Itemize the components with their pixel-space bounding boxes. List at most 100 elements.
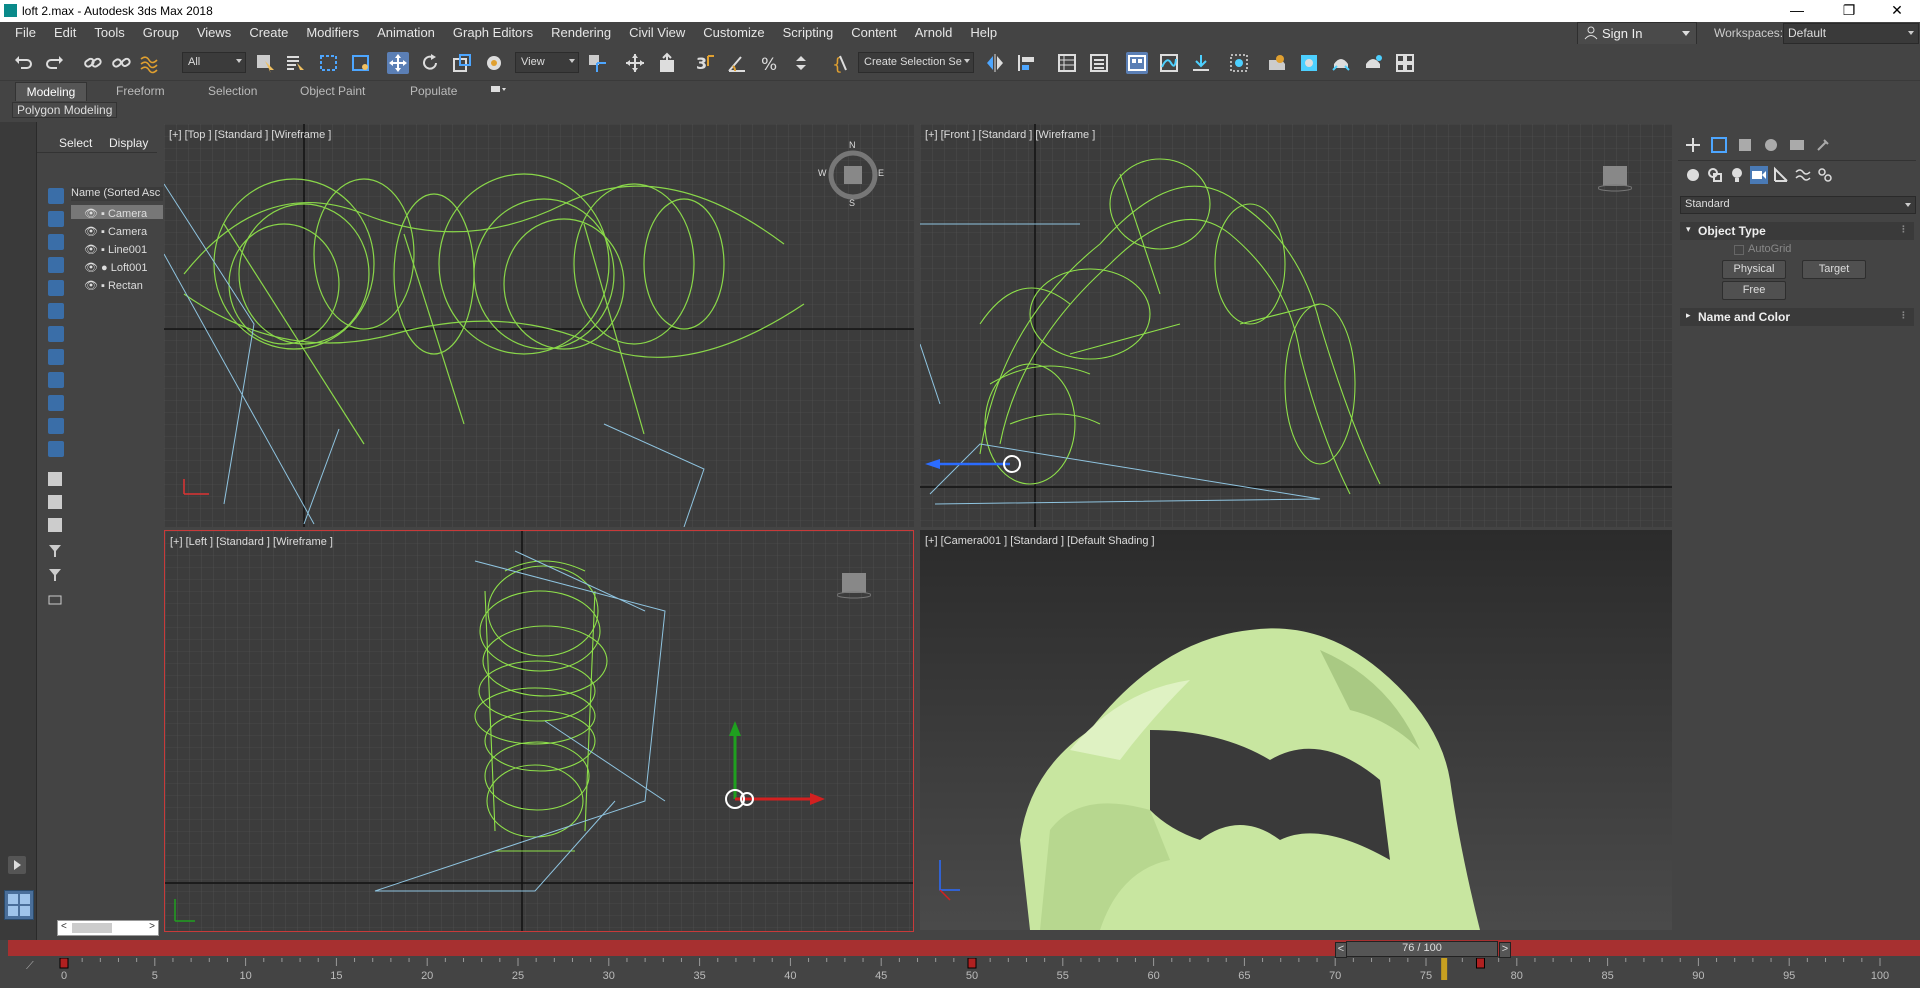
tree-row-camera-1[interactable]: 👁 ▪ Camera bbox=[84, 207, 147, 221]
a360-gallery-icon[interactable] bbox=[1394, 52, 1416, 74]
tab-object-paint[interactable]: Object Paint bbox=[300, 82, 365, 100]
prev-frame-icon[interactable]: < bbox=[1335, 942, 1347, 958]
mirror-icon[interactable] bbox=[984, 52, 1006, 74]
expand-layout-button[interactable] bbox=[8, 856, 26, 874]
tab-selection[interactable]: Selection bbox=[208, 82, 257, 100]
autogrid-checkbox[interactable]: AutoGrid bbox=[1734, 242, 1874, 258]
utilities-tab-icon[interactable] bbox=[1814, 136, 1832, 154]
keyframe-marker[interactable] bbox=[59, 958, 69, 969]
scale-icon[interactable] bbox=[451, 52, 473, 74]
display-object-xrefs-icon[interactable] bbox=[48, 349, 64, 365]
next-frame-icon[interactable]: > bbox=[1499, 942, 1511, 958]
display-bones-icon[interactable] bbox=[48, 372, 64, 388]
menu-graph-editors[interactable]: Graph Editors bbox=[444, 22, 542, 40]
scroll-right-icon[interactable]: > bbox=[149, 921, 155, 932]
display-hidden-icon[interactable] bbox=[48, 441, 64, 457]
menu-file[interactable]: File bbox=[6, 22, 45, 40]
viewport-front[interactable]: [+] [Front ] [Standard ] [Wireframe ] bbox=[920, 124, 1672, 527]
named-selection-sets-dropdown[interactable]: Create Selection Se bbox=[858, 52, 974, 73]
select-by-name-icon[interactable] bbox=[284, 52, 306, 74]
rectangular-selection-icon[interactable] bbox=[318, 52, 340, 74]
motion-tab-icon[interactable] bbox=[1762, 136, 1780, 154]
display-shapes-icon[interactable] bbox=[48, 211, 64, 227]
menu-create[interactable]: Create bbox=[240, 22, 297, 40]
undo-icon[interactable] bbox=[12, 52, 34, 74]
track-bar-ruler[interactable]: 0 5 10 15 20 25 30 35 40 45 50 55 60 65 70 75 80 85 90 95 10… bbox=[58, 958, 1920, 988]
menu-help[interactable]: Help bbox=[961, 22, 1006, 40]
viewport-left[interactable]: [+] [Left ] [Standard ] [Wireframe ] bbox=[164, 530, 914, 932]
display-cameras-icon[interactable] bbox=[48, 257, 64, 273]
object-type-rollout[interactable]: ▾ Object Type ⋮ bbox=[1680, 222, 1914, 240]
menu-content[interactable]: Content bbox=[842, 22, 906, 40]
tab-modeling[interactable]: Modeling bbox=[15, 82, 87, 102]
left-viewport-label[interactable]: [+] [Left ] [Standard ] [Wireframe ] bbox=[170, 536, 333, 548]
hierarchy-tab-icon[interactable] bbox=[1736, 136, 1754, 154]
keyframe-marker[interactable] bbox=[967, 958, 977, 969]
display-groups-icon[interactable] bbox=[48, 326, 64, 342]
bind-space-warp-icon[interactable] bbox=[138, 52, 160, 74]
select-manipulate-icon[interactable] bbox=[624, 52, 646, 74]
modify-tab-icon[interactable] bbox=[1710, 136, 1728, 154]
ribbon-options-icon[interactable] bbox=[489, 82, 509, 100]
display-geometry-icon[interactable] bbox=[48, 188, 64, 204]
rendered-frame-window-icon[interactable] bbox=[1298, 52, 1320, 74]
camera-viewport-label[interactable]: [+] [Camera001 ] [Standard ] [Default Sh… bbox=[925, 535, 1155, 547]
viewport-top[interactable]: [+] [Top ] [Standard ] [Wireframe ] N E … bbox=[164, 124, 914, 527]
display-helpers-icon[interactable] bbox=[48, 280, 64, 296]
free-camera-button[interactable]: Free bbox=[1722, 281, 1786, 300]
folder-icon[interactable] bbox=[48, 592, 62, 606]
selection-filter-dropdown[interactable]: All bbox=[182, 52, 246, 73]
scene-tab-select[interactable]: Select bbox=[59, 136, 92, 150]
menu-civil-view[interactable]: Civil View bbox=[620, 22, 694, 40]
link-icon[interactable] bbox=[82, 52, 104, 74]
target-camera-button[interactable]: Target bbox=[1802, 260, 1866, 279]
keyframe-marker[interactable] bbox=[1475, 958, 1485, 969]
spinner-snap-icon[interactable] bbox=[790, 52, 812, 74]
schematic-view-icon[interactable] bbox=[1190, 52, 1212, 74]
filter-icon[interactable] bbox=[48, 544, 62, 558]
menu-arnold[interactable]: Arnold bbox=[906, 22, 962, 40]
angle-snap-icon[interactable] bbox=[726, 52, 748, 74]
name-and-color-rollout[interactable]: ▸ Name and Color ⋮ bbox=[1680, 308, 1914, 326]
curve-editor-toggle-icon[interactable]: ⟋ bbox=[26, 960, 34, 973]
time-slider-thumb[interactable]: < 76 / 100 > bbox=[1335, 941, 1511, 958]
name-column-header[interactable]: Name (Sorted Asc bbox=[71, 187, 163, 201]
menu-group[interactable]: Group bbox=[134, 22, 188, 40]
render-in-cloud-icon[interactable] bbox=[1362, 52, 1384, 74]
current-frame-marker[interactable] bbox=[1441, 958, 1448, 980]
systems-icon[interactable] bbox=[1816, 166, 1834, 184]
scroll-left-icon[interactable]: < bbox=[61, 921, 67, 932]
scrollbar-thumb[interactable] bbox=[72, 923, 112, 933]
sign-in-button[interactable]: Sign In bbox=[1577, 22, 1697, 45]
display-frozen-icon[interactable] bbox=[48, 418, 64, 434]
layer-explorer-icon[interactable] bbox=[1088, 52, 1110, 74]
tab-populate[interactable]: Populate bbox=[410, 82, 457, 100]
polygon-modeling-panel[interactable]: Polygon Modeling bbox=[12, 102, 118, 118]
viewcube-front[interactable] bbox=[1597, 164, 1633, 192]
minimize-button[interactable]: — bbox=[1774, 0, 1820, 22]
menu-modifiers[interactable]: Modifiers bbox=[297, 22, 368, 40]
restore-button[interactable]: ❐ bbox=[1826, 0, 1872, 22]
geometry-icon[interactable] bbox=[1684, 166, 1702, 184]
menu-edit[interactable]: Edit bbox=[45, 22, 85, 40]
render-setup-icon[interactable] bbox=[1266, 52, 1288, 74]
rotate-icon[interactable] bbox=[419, 52, 441, 74]
space-warps-icon[interactable] bbox=[1794, 166, 1812, 184]
display-containers-icon[interactable] bbox=[48, 395, 64, 411]
window-crossing-icon[interactable] bbox=[350, 52, 372, 74]
menu-scripting[interactable]: Scripting bbox=[774, 22, 843, 40]
scene-tab-display[interactable]: Display bbox=[109, 136, 148, 150]
viewcube-left[interactable] bbox=[836, 571, 872, 599]
workspace-select[interactable]: Default bbox=[1783, 23, 1919, 44]
curve-editor-icon[interactable] bbox=[1158, 52, 1180, 74]
shapes-icon[interactable] bbox=[1706, 166, 1724, 184]
create-tab-icon[interactable] bbox=[1684, 136, 1702, 154]
lights-icon[interactable] bbox=[1728, 166, 1746, 184]
close-button[interactable]: ✕ bbox=[1874, 0, 1920, 22]
display-invert-icon[interactable] bbox=[48, 518, 62, 532]
scene-explorer-toggle-icon[interactable] bbox=[1056, 52, 1078, 74]
edit-named-selections-icon[interactable]: { bbox=[828, 52, 850, 75]
display-none-icon[interactable] bbox=[48, 495, 62, 509]
percent-snap-icon[interactable]: % bbox=[758, 52, 780, 75]
display-lights-icon[interactable] bbox=[48, 234, 64, 250]
